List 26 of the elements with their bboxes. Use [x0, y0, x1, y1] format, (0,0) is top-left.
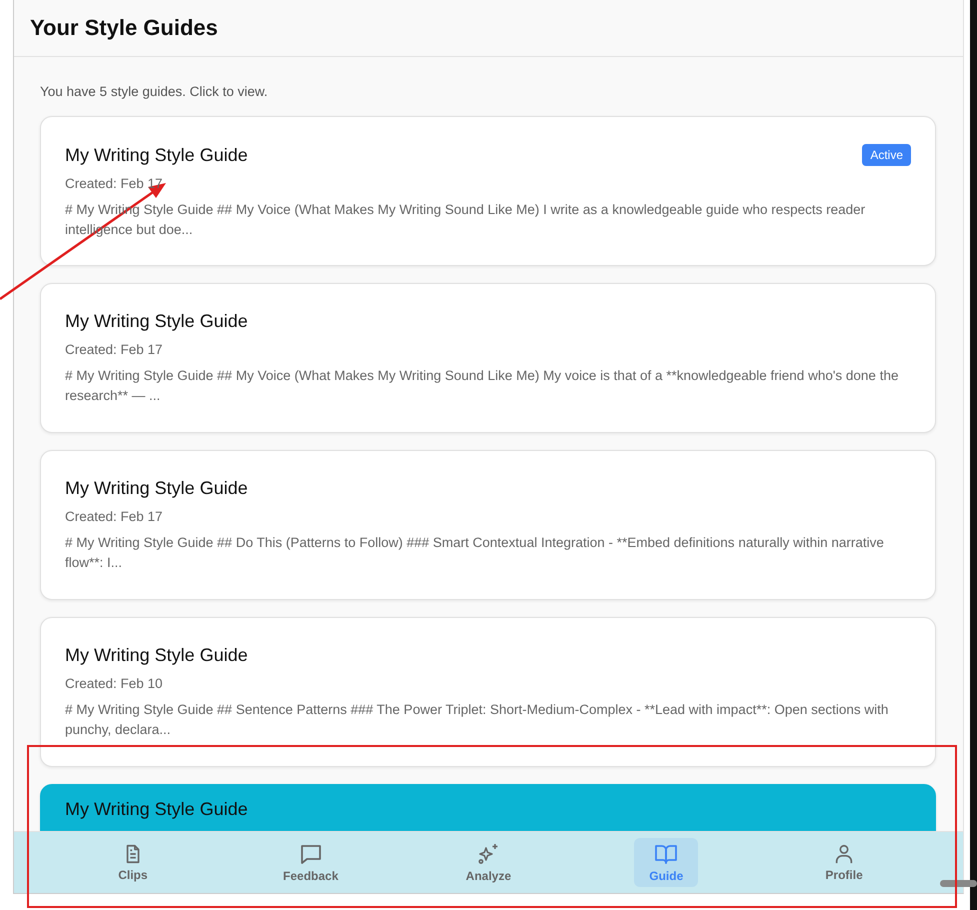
- guide-title: My Writing Style Guide: [65, 799, 248, 820]
- nav-tab[interactable]: Profile: [812, 839, 876, 886]
- guide-excerpt: # My Writing Style Guide ## Sentence Patterns ### The Power Triplet: Short-Medium-Complex - **Lead with impact**: Open sections with punchy, declara...: [65, 701, 890, 739]
- chat-icon: [298, 842, 323, 866]
- page-title: Your Style Guides: [30, 15, 218, 41]
- created-date: Created: Feb 17: [65, 342, 164, 357]
- scrollbar-thumb[interactable]: [940, 880, 977, 887]
- active-badge: Active: [862, 144, 911, 166]
- summary-text: You have 5 style guides. Click to view.: [40, 84, 269, 99]
- guide-card[interactable]: My Writing Style Guide Created: Feb 10 # My Writing Style Guide ## Sentence Patterns ### The Power Triplet: Short-Medium-Complex - **Lead with impact**: Open sections with punchy, declara...: [40, 617, 936, 767]
- guide-excerpt: # My Writing Style Guide ## My Voice (What Makes My Writing Sound Like Me) My voice is that of a **knowledgeable friend who's done the research** — ...: [65, 367, 900, 405]
- guide-title: My Writing Style Guide: [65, 144, 248, 166]
- sparkles-icon: [476, 842, 500, 866]
- created-date: Created: Feb 10: [65, 676, 164, 691]
- nav-tab[interactable]: Analyze: [456, 838, 520, 887]
- guide-title: My Writing Style Guide: [65, 645, 248, 666]
- created-date: Created: Feb 17: [65, 509, 164, 524]
- open-book-icon: [654, 842, 678, 866]
- nav-tab[interactable]: Feedback: [278, 838, 343, 887]
- guide-title: My Writing Style Guide: [65, 478, 248, 499]
- guide-card[interactable]: My Writing Style Guide Created: Feb 17 # My Writing Style Guide ## Do This (Patterns to Follow) ### Smart Contextual Integration - **Embed definitions naturally within narrative flow**: I...: [40, 450, 936, 600]
- guide-card[interactable]: My Writing Style Guide: [40, 784, 936, 831]
- guide-card[interactable]: My Writing Style Guide Created: Feb 17 # My Writing Style Guide ## My Voice (What Makes My Writing Sound Like Me) My voice is that of a **knowledgeable friend who's done the research** — ...: [40, 283, 936, 433]
- guide-title: My Writing Style Guide: [65, 311, 248, 332]
- nav-tab[interactable]: Clips: [100, 839, 165, 886]
- guide-excerpt: # My Writing Style Guide ## Do This (Patterns to Follow) ### Smart Contextual Integration - **Embed definitions naturally within narrative flow**: I...: [65, 534, 885, 572]
